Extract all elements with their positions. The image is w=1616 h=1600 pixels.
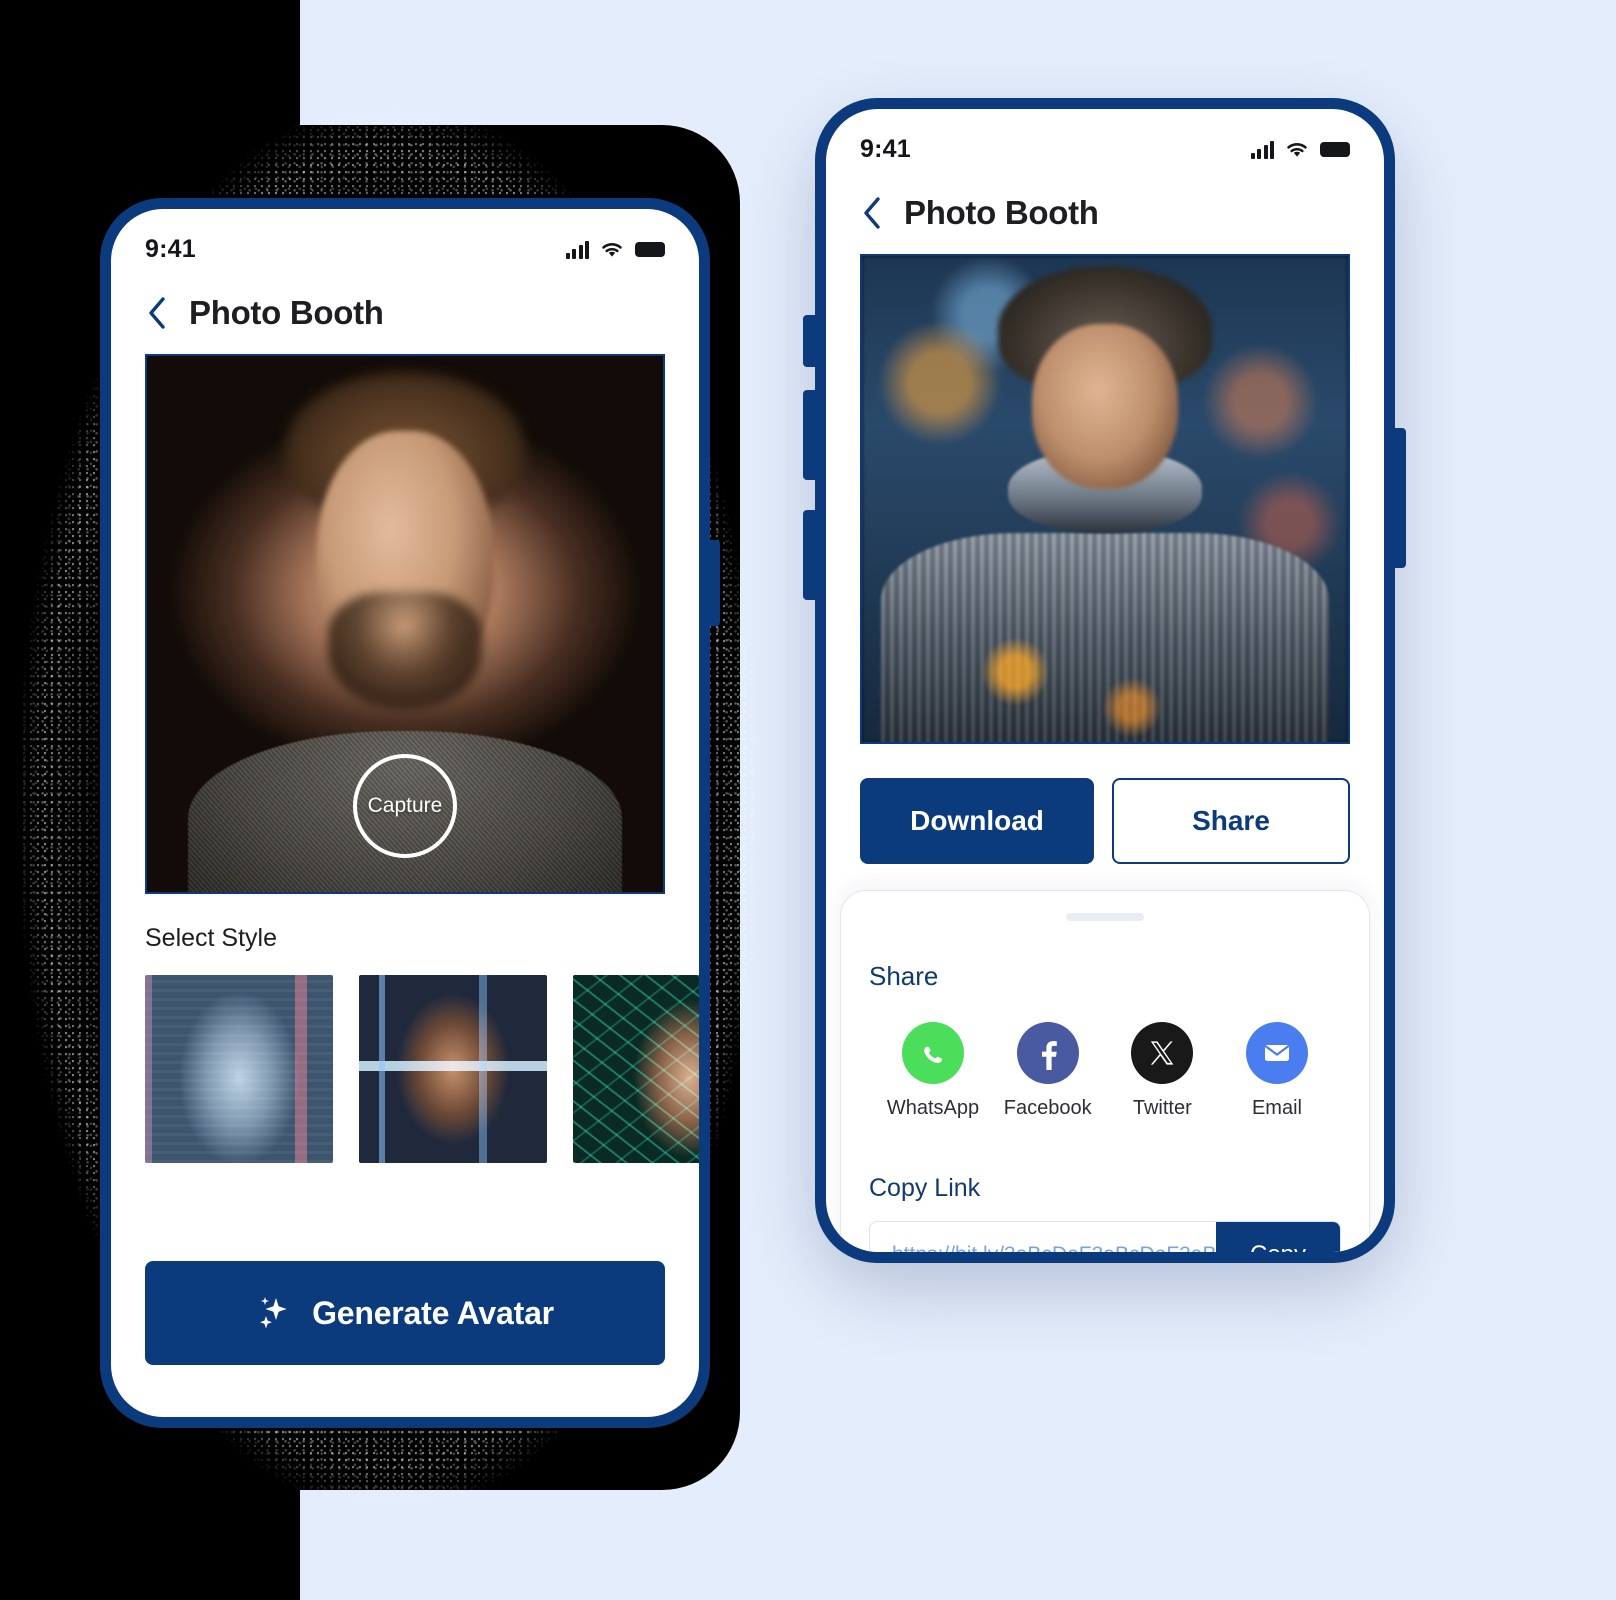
sparkle-icon [260, 1297, 287, 1329]
left-nav-bar: Photo Booth [111, 268, 699, 354]
share-target-whatsapp[interactable]: WhatsApp [877, 1022, 989, 1120]
share-target-label: Twitter [1132, 1097, 1192, 1119]
copy-link-row: https://bit.ly/3aBcDeF3aBcDeF3aBcDeF… Co… [869, 1221, 1341, 1252]
right-status-bar: 9:41 [826, 109, 1384, 168]
copy-link-heading: Copy Link [869, 1174, 981, 1202]
cellular-bars-icon [1250, 140, 1274, 159]
generate-avatar-button[interactable]: Generate Avatar [145, 1261, 665, 1365]
copy-button[interactable]: Copy [1216, 1222, 1340, 1252]
camera-preview[interactable]: Capture [145, 354, 665, 894]
chevron-left-icon[interactable] [145, 295, 169, 331]
status-time: 9:41 [860, 135, 911, 163]
battery-icon [635, 242, 665, 257]
generate-avatar-label: Generate Avatar [312, 1294, 554, 1331]
share-sheet-heading: Share [869, 961, 939, 991]
share-target-list: WhatsApp Facebook Twitter Email [863, 992, 1347, 1120]
wifi-icon [602, 242, 622, 257]
share-target-label: WhatsApp [886, 1097, 980, 1119]
email-icon [1245, 1022, 1308, 1084]
share-target-facebook[interactable]: Facebook [992, 1022, 1104, 1120]
status-icons [565, 240, 665, 259]
capture-button-label: Capture [367, 794, 443, 818]
portrait-beard [327, 591, 483, 710]
result-action-row: Download Share [826, 744, 1384, 864]
cellular-bars-icon [565, 240, 589, 259]
generated-avatar-preview[interactable] [860, 254, 1350, 744]
style-option-1[interactable] [145, 975, 333, 1163]
style-option-list[interactable] [111, 953, 699, 1163]
right-phone-device: 9:41 Photo Booth Download Share Share Wh… [815, 98, 1395, 1263]
chevron-left-icon[interactable] [860, 195, 884, 231]
status-time: 9:41 [145, 235, 196, 263]
avatar-face [1032, 324, 1178, 490]
style-option-2[interactable] [359, 975, 547, 1163]
whatsapp-icon [902, 1022, 964, 1084]
share-target-label: Facebook [1003, 1097, 1092, 1119]
share-target-label: Email [1251, 1097, 1302, 1119]
page-title: Photo Booth [189, 294, 384, 331]
select-style-label: Select Style [145, 924, 278, 952]
status-icons [1250, 140, 1350, 159]
x-twitter-icon [1131, 1022, 1194, 1084]
copy-link-input[interactable]: https://bit.ly/3aBcDeF3aBcDeF3aBcDeF… [870, 1222, 1216, 1252]
share-bottom-sheet: Share WhatsApp Facebook Twitter Email Co… [840, 890, 1370, 1252]
download-button[interactable]: Download [860, 778, 1094, 864]
right-phone-screen: 9:41 Photo Booth Download Share Share Wh… [826, 109, 1384, 1252]
share-button[interactable]: Share [1112, 778, 1350, 864]
wifi-icon [1287, 142, 1307, 157]
avatar-armor [881, 533, 1329, 742]
share-target-email[interactable]: Email [1221, 1022, 1333, 1120]
right-nav-bar: Photo Booth [826, 168, 1384, 254]
left-phone-screen: 9:41 Photo Booth Capture Select Style Ge… [111, 209, 699, 1417]
page-title: Photo Booth [904, 194, 1099, 231]
left-phone-device: 9:41 Photo Booth Capture Select Style Ge… [100, 198, 710, 1428]
battery-icon [1320, 142, 1350, 157]
sheet-grabber-handle[interactable] [1066, 913, 1144, 921]
capture-button[interactable]: Capture [353, 754, 457, 859]
facebook-icon [1016, 1022, 1079, 1084]
style-option-3[interactable] [573, 975, 699, 1163]
generate-button-wrap: Generate Avatar [111, 1163, 699, 1365]
share-target-twitter[interactable]: Twitter [1106, 1022, 1218, 1120]
left-status-bar: 9:41 [111, 209, 699, 268]
